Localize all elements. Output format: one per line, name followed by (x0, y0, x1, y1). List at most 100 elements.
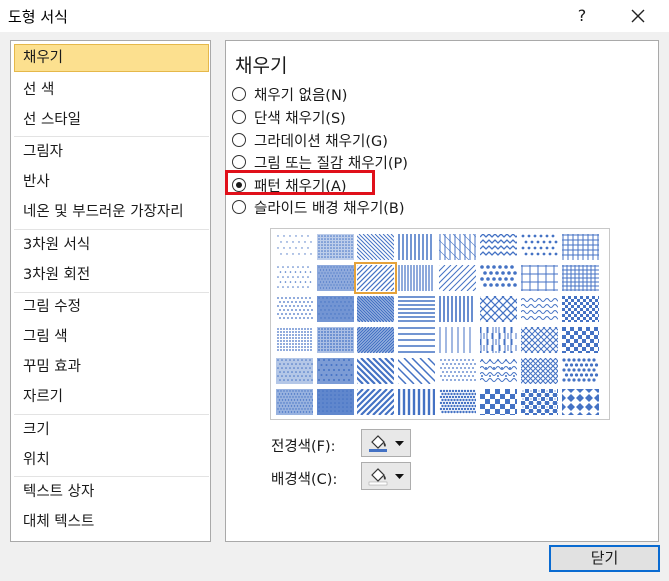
pattern-swatch[interactable] (480, 296, 517, 322)
close-window-button[interactable] (620, 2, 656, 30)
radio-button[interactable] (232, 110, 246, 124)
pattern-swatch[interactable] (317, 296, 354, 322)
radio-button[interactable] (232, 178, 246, 192)
sidebar-item-text-box[interactable]: 텍스트 상자 (14, 478, 209, 506)
radio-label: 그라데이션 채우기(G) (254, 134, 388, 150)
pattern-swatch[interactable] (357, 234, 394, 260)
pattern-swatch[interactable] (562, 296, 599, 322)
radio-label: 단색 채우기(S) (254, 111, 346, 127)
pattern-swatch[interactable] (354, 262, 397, 294)
pattern-swatch[interactable] (521, 358, 558, 384)
help-button[interactable]: ? (570, 4, 594, 28)
radio-label: 슬라이드 배경 채우기(B) (254, 201, 405, 217)
paint-bucket-icon (368, 468, 388, 486)
sidebar-item-fill[interactable]: 채우기 (14, 44, 209, 72)
pattern-swatch[interactable] (562, 234, 599, 260)
sidebar-item-line-color[interactable]: 선 색 (14, 76, 209, 104)
pattern-swatch[interactable] (439, 389, 476, 415)
pattern-swatch[interactable] (357, 358, 394, 384)
pattern-swatch[interactable] (480, 358, 517, 384)
dialog-title: 도형 서식 (8, 8, 68, 26)
pattern-swatch[interactable] (276, 389, 313, 415)
pattern-swatch[interactable] (521, 265, 558, 291)
fill-panel: 채우기 채우기 없음(N) 단색 채우기(S) 그라데이션 채우기(G) 그림 … (225, 40, 659, 542)
pattern-swatch[interactable] (398, 389, 435, 415)
radio-button[interactable] (232, 155, 246, 169)
pattern-swatch[interactable] (317, 389, 354, 415)
pattern-swatch[interactable] (276, 358, 313, 384)
pattern-swatch[interactable] (357, 327, 394, 353)
sidebar-item-artistic-effects[interactable]: 꾸밈 효과 (14, 353, 209, 381)
sidebar-item-shadow[interactable]: 그림자 (14, 138, 209, 166)
background-color-button[interactable] (361, 462, 411, 490)
sidebar-item-alt-text[interactable]: 대체 텍스트 (14, 508, 209, 536)
pattern-swatch[interactable] (357, 389, 394, 415)
radio-gradient-fill[interactable]: 그라데이션 채우기(G) (232, 129, 492, 151)
pattern-swatch[interactable] (480, 234, 517, 260)
pattern-swatch[interactable] (398, 358, 435, 384)
sidebar-item-3d-rotation[interactable]: 3차원 회전 (14, 261, 209, 289)
pattern-swatch[interactable] (521, 296, 558, 322)
pattern-gallery (270, 228, 610, 420)
background-color-label: 배경색(C): (271, 472, 338, 488)
pattern-swatch[interactable] (480, 389, 517, 415)
pattern-swatch[interactable] (562, 327, 599, 353)
sidebar-item-size[interactable]: 크기 (14, 416, 209, 444)
pattern-swatch[interactable] (357, 296, 394, 322)
pattern-swatch[interactable] (317, 265, 354, 291)
pattern-swatch[interactable] (317, 358, 354, 384)
radio-no-fill[interactable]: 채우기 없음(N) (232, 83, 492, 105)
pattern-swatch[interactable] (398, 234, 435, 260)
pattern-swatch[interactable] (562, 358, 599, 384)
pattern-swatch[interactable] (276, 296, 313, 322)
sidebar-item-glow-soft-edges[interactable]: 네온 및 부드러운 가장자리 (14, 198, 209, 226)
pattern-swatch[interactable] (398, 327, 435, 353)
separator (14, 229, 209, 230)
radio-pattern-fill[interactable]: 패턴 채우기(A) (232, 174, 492, 196)
chevron-down-icon (395, 441, 404, 446)
pattern-swatch[interactable] (317, 327, 354, 353)
radio-slide-background-fill[interactable]: 슬라이드 배경 채우기(B) (232, 196, 492, 218)
sidebar-item-position[interactable]: 위치 (14, 446, 209, 474)
pattern-swatch[interactable] (276, 234, 313, 260)
pattern-swatch[interactable] (439, 358, 476, 384)
pattern-swatch[interactable] (276, 265, 313, 291)
pattern-swatch[interactable] (562, 265, 599, 291)
sidebar-item-picture-color[interactable]: 그림 색 (14, 323, 209, 351)
foreground-color-button[interactable] (361, 429, 411, 457)
pattern-swatch[interactable] (521, 327, 558, 353)
sidebar-item-crop[interactable]: 자르기 (14, 383, 209, 411)
pattern-swatch[interactable] (439, 327, 476, 353)
radio-button[interactable] (232, 200, 246, 214)
close-icon (631, 9, 645, 23)
pattern-swatch[interactable] (317, 234, 354, 260)
radio-button[interactable] (232, 87, 246, 101)
sidebar-item-line-style[interactable]: 선 스타일 (14, 106, 209, 134)
pattern-swatch[interactable] (398, 265, 435, 291)
pattern-swatch[interactable] (562, 389, 599, 415)
pattern-swatch[interactable] (521, 389, 558, 415)
pattern-swatch[interactable] (439, 265, 476, 291)
pattern-swatch[interactable] (480, 265, 517, 291)
radio-label: 채우기 없음(N) (254, 88, 348, 104)
sidebar-item-3d-format[interactable]: 3차원 서식 (14, 231, 209, 259)
close-button[interactable]: 닫기 (549, 545, 660, 572)
radio-label: 패턴 채우기(A) (254, 179, 347, 195)
sidebar-item-reflection[interactable]: 반사 (14, 168, 209, 196)
sidebar-item-picture-corrections[interactable]: 그림 수정 (14, 293, 209, 321)
separator (14, 476, 209, 477)
pattern-swatch[interactable] (276, 327, 313, 353)
radio-picture-texture-fill[interactable]: 그림 또는 질감 채우기(P) (232, 151, 492, 173)
pattern-swatch[interactable] (398, 296, 435, 322)
panel-title: 채우기 (235, 55, 288, 77)
radio-button[interactable] (232, 133, 246, 147)
radio-label: 그림 또는 질감 채우기(P) (254, 156, 408, 172)
foreground-color-label: 전경색(F): (271, 439, 336, 455)
category-list: 채우기 선 색 선 스타일 그림자 반사 네온 및 부드러운 가장자리 3차원 … (10, 40, 211, 542)
pattern-swatch[interactable] (480, 327, 517, 353)
pattern-swatch[interactable] (439, 234, 476, 260)
pattern-swatch[interactable] (521, 234, 558, 260)
separator (14, 414, 209, 415)
radio-solid-fill[interactable]: 단색 채우기(S) (232, 106, 492, 128)
pattern-swatch[interactable] (439, 296, 476, 322)
